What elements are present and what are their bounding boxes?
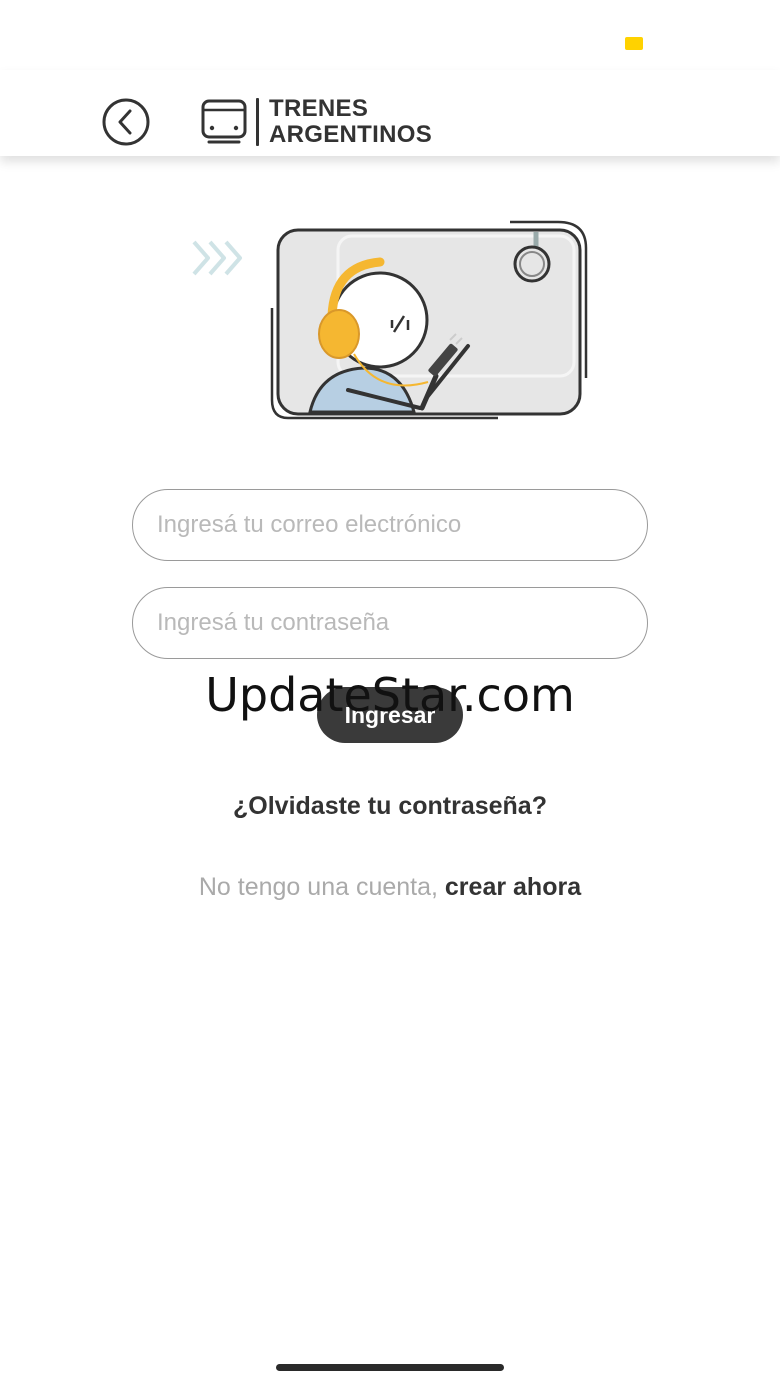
back-button[interactable] xyxy=(102,98,150,146)
login-illustration xyxy=(192,220,588,420)
email-field[interactable] xyxy=(132,489,648,561)
login-button[interactable]: Ingresar xyxy=(317,687,463,743)
password-field[interactable] xyxy=(132,587,648,659)
brand-divider xyxy=(256,98,259,146)
status-indicator xyxy=(625,37,643,50)
home-indicator[interactable] xyxy=(276,1364,504,1371)
no-account-text: No tengo una cuenta, xyxy=(198,873,445,901)
motion-chevrons-icon xyxy=(192,240,242,276)
chevron-left-circle-icon xyxy=(102,98,150,146)
brand-name-line2: ARGENTINOS xyxy=(269,121,433,148)
create-account-link[interactable]: crear ahora xyxy=(445,873,581,901)
brand-name-line1: TRENES xyxy=(269,95,369,122)
signup-prompt: No tengo una cuenta, crear ahora xyxy=(0,873,780,902)
brand-name: TRENES ARGENTINOS xyxy=(269,96,432,148)
app-header: TRENES ARGENTINOS xyxy=(0,70,780,156)
train-front-icon xyxy=(201,99,247,144)
forgot-password-link[interactable]: ¿Olvidaste tu contraseña? xyxy=(0,792,780,821)
brand-logo: TRENES ARGENTINOS xyxy=(200,96,432,148)
